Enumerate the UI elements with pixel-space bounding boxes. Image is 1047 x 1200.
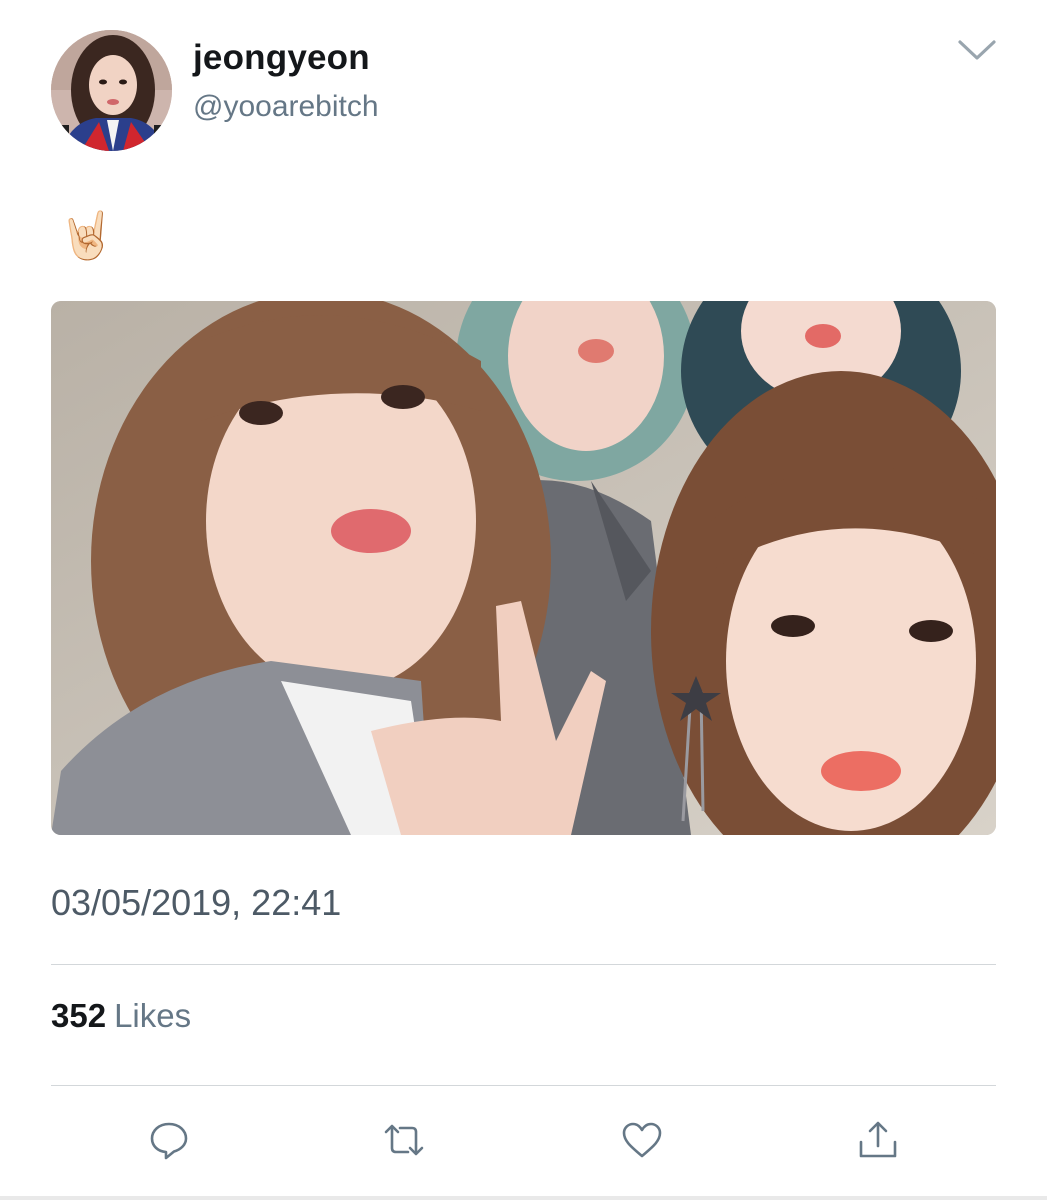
divider <box>51 1085 996 1086</box>
share-icon <box>859 1121 897 1158</box>
share-button[interactable] <box>856 1118 900 1162</box>
like-button[interactable] <box>620 1118 664 1162</box>
photo-image <box>51 301 996 835</box>
reply-button[interactable] <box>147 1118 191 1162</box>
avatar[interactable] <box>51 30 172 151</box>
retweet-icon <box>384 1124 424 1156</box>
like-icon <box>622 1122 662 1158</box>
tweet-photo[interactable] <box>51 301 996 835</box>
bottom-edge <box>0 1196 1047 1200</box>
likes-label: Likes <box>114 997 192 1034</box>
chevron-down-icon <box>958 40 996 60</box>
retweet-button[interactable] <box>382 1118 426 1162</box>
display-name[interactable]: jeongyeon <box>193 38 370 78</box>
tweet-menu-button[interactable] <box>952 30 1002 70</box>
tweet-timestamp[interactable]: 03/05/2019, 22:41 <box>51 882 341 924</box>
divider <box>51 964 996 965</box>
avatar-photo <box>51 30 172 151</box>
tweet-text: 🤘🏻 <box>58 209 116 261</box>
likes-stat[interactable]: 352 Likes <box>51 997 191 1035</box>
reply-icon <box>150 1122 188 1160</box>
user-handle[interactable]: @yooarebitch <box>193 90 379 124</box>
likes-count: 352 <box>51 997 107 1034</box>
